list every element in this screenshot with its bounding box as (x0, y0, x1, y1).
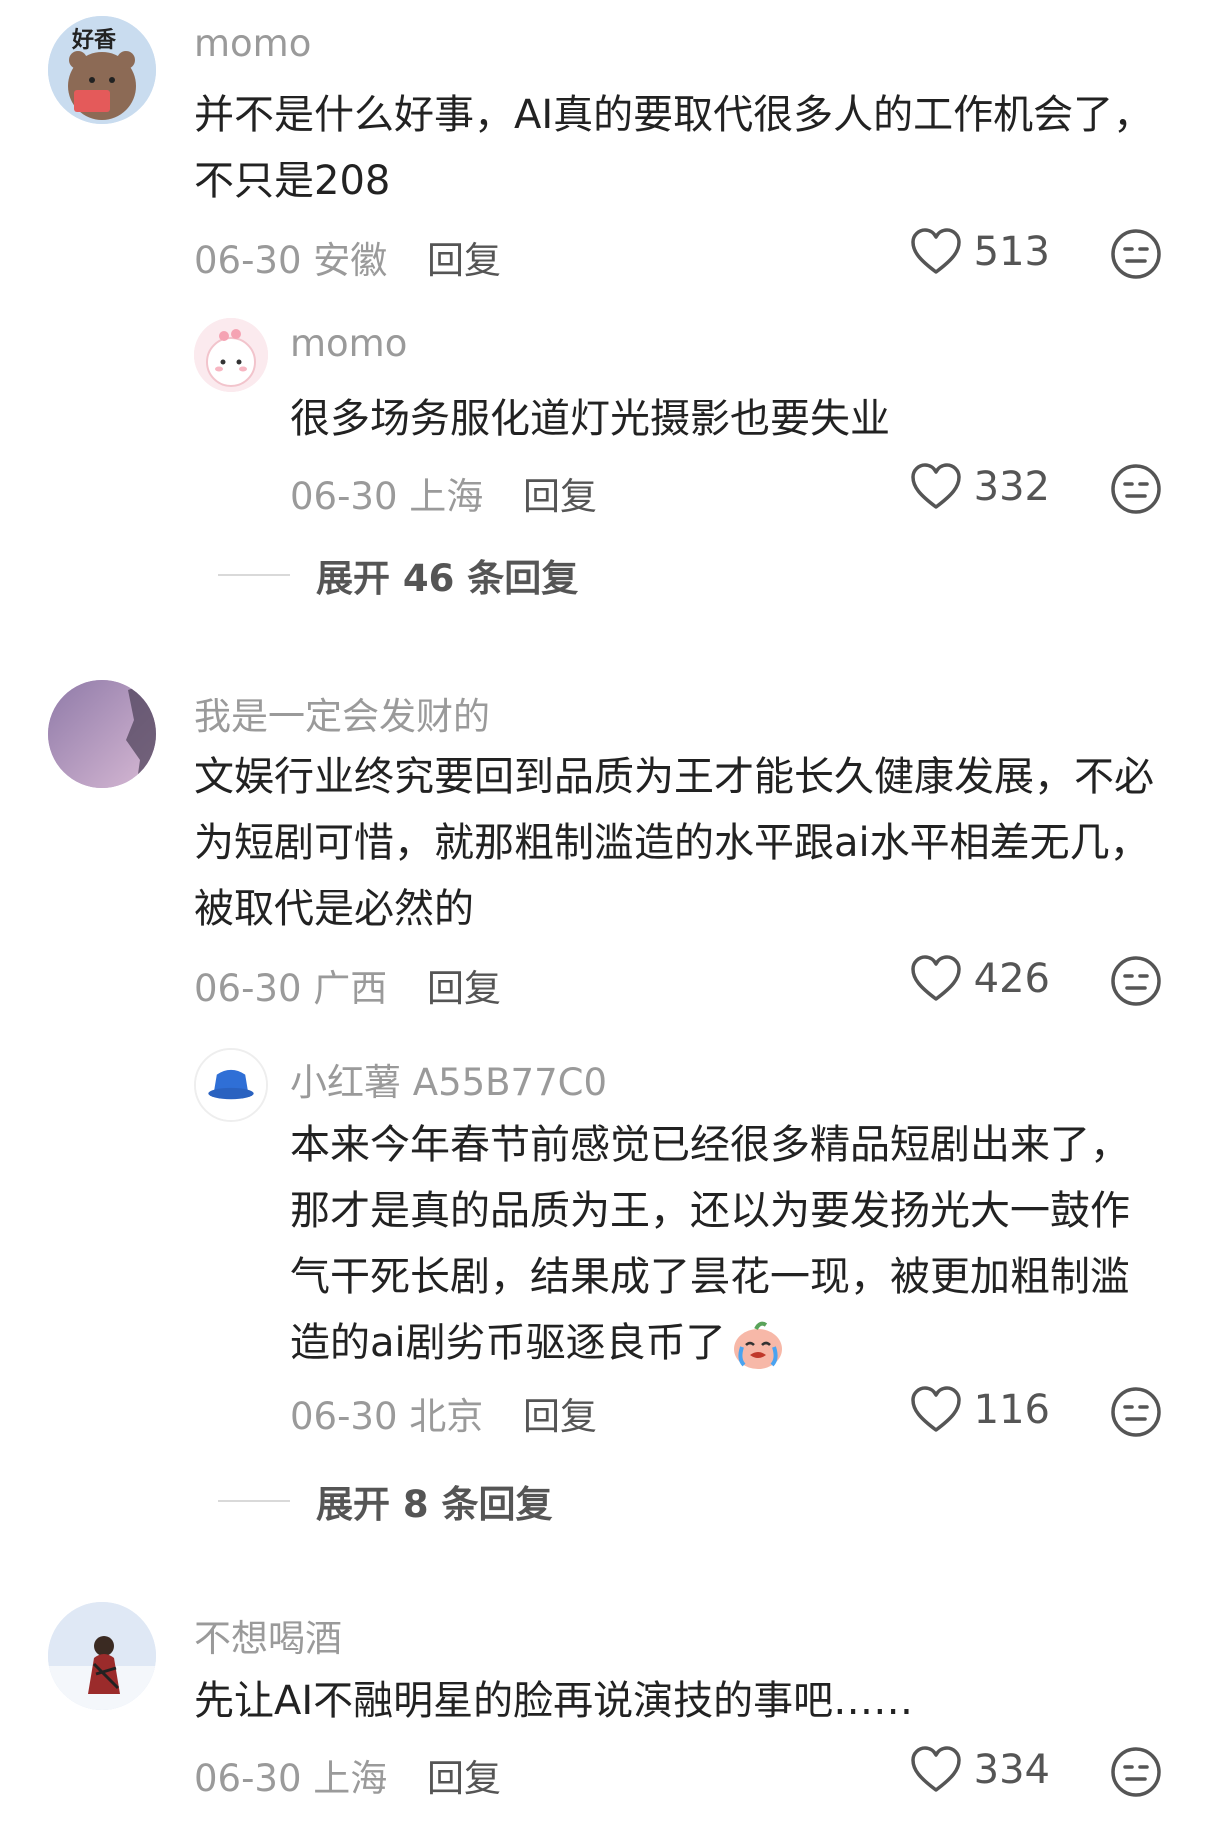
comment-text: 并不是什么好事，AI真的要取代很多人的工作机会了，不只是208 (194, 92, 1154, 204)
avatar[interactable] (48, 680, 156, 788)
comment-author[interactable]: 我是一定会发财的 (194, 686, 490, 740)
reply-button[interactable]: 回复 (427, 967, 501, 1010)
comment-author[interactable]: 不想喝酒 (194, 1608, 342, 1662)
comment-meta: 06-30 广西 回复 (194, 958, 501, 1012)
like-count: 116 (973, 1387, 1050, 1433)
dislike-face-icon[interactable] (1110, 1386, 1162, 1438)
reply-author[interactable]: 小红薯 A55B77C0 (290, 1052, 607, 1106)
expand-replies-label: 展开 8 条回复 (316, 1483, 553, 1526)
like-button[interactable]: 332 (910, 463, 1050, 511)
reply-button[interactable]: 回复 (427, 1757, 501, 1800)
dislike-face-icon[interactable] (1110, 228, 1162, 280)
like-button[interactable]: 513 (910, 228, 1050, 276)
comment-text: 先让AI不融明星的脸再说演技的事吧…… (194, 1678, 914, 1724)
reply-text: 很多场务服化道灯光摄影也要失业 (290, 396, 890, 442)
dislike-face-icon[interactable] (1110, 1746, 1162, 1798)
like-count: 334 (973, 1747, 1050, 1793)
like-button[interactable]: 116 (910, 1386, 1050, 1434)
reply-author[interactable]: momo (290, 322, 407, 365)
comment-date: 06-30 (194, 1757, 302, 1800)
purple-sky-avatar-icon (48, 680, 156, 788)
expand-replies-label: 展开 46 条回复 (316, 557, 579, 600)
dislike-face-icon[interactable] (1110, 463, 1162, 515)
heart-icon (910, 955, 961, 1001)
reply-button[interactable]: 回复 (427, 239, 501, 282)
reply-date: 06-30 (290, 475, 398, 518)
comment-meta: 06-30 上海 回复 (194, 1748, 501, 1802)
comment-text: 文娱行业终究要回到品质为王才能长久健康发展，不必为短剧可惜，就那粗制滥造的水平跟… (194, 754, 1154, 932)
comment-location: 安徽 (313, 239, 388, 282)
reply-meta: 06-30 上海 回复 (290, 466, 597, 520)
reply-text: 本来今年春节前感觉已经很多精品短剧出来了，那才是真的品质为王，还以为要发扬光大一… (290, 1112, 1160, 1376)
like-count: 332 (973, 464, 1050, 510)
like-button[interactable]: 334 (910, 1746, 1050, 1794)
like-count: 513 (973, 229, 1050, 275)
comment-author[interactable]: momo (194, 22, 311, 65)
comment-date: 06-30 (194, 239, 302, 282)
heart-icon (910, 228, 961, 274)
like-count: 426 (973, 956, 1050, 1002)
heart-icon (910, 1746, 961, 1792)
expand-replies-button[interactable]: 展开 8 条回复 (218, 1474, 553, 1528)
avatar[interactable]: 好香 (48, 16, 156, 124)
reply-button[interactable]: 回复 (523, 475, 597, 518)
comment-meta: 06-30 安徽 回复 (194, 230, 501, 284)
like-button[interactable]: 426 (910, 955, 1050, 1003)
reply-button[interactable]: 回复 (523, 1395, 597, 1438)
comment-date: 06-30 (194, 967, 302, 1010)
dislike-face-icon[interactable] (1110, 955, 1162, 1007)
avatar[interactable] (48, 1602, 156, 1710)
avatar[interactable] (194, 1048, 268, 1122)
heart-icon (910, 1386, 961, 1432)
pink-character-avatar-icon (194, 318, 268, 392)
reply-date: 06-30 (290, 1395, 398, 1438)
expand-replies-button[interactable]: 展开 46 条回复 (218, 548, 578, 602)
divider (218, 1500, 290, 1502)
heart-icon (910, 463, 961, 509)
avatar[interactable] (194, 318, 268, 392)
reply-location: 上海 (409, 475, 484, 518)
person-snow-avatar-icon (48, 1602, 156, 1710)
comment-location: 上海 (313, 1757, 388, 1800)
reply-location: 北京 (409, 1395, 484, 1438)
avatar-label: 好香 (72, 28, 117, 53)
divider (218, 574, 290, 576)
bucket-hat-avatar-icon (196, 1050, 266, 1120)
reply-text-content: 本来今年春节前感觉已经很多精品短剧出来了，那才是真的品质为王，还以为要发扬光大一… (290, 1122, 1130, 1366)
crying-face-emoji-icon (733, 1321, 782, 1369)
comment-location: 广西 (313, 967, 388, 1010)
reply-meta: 06-30 北京 回复 (290, 1386, 597, 1440)
